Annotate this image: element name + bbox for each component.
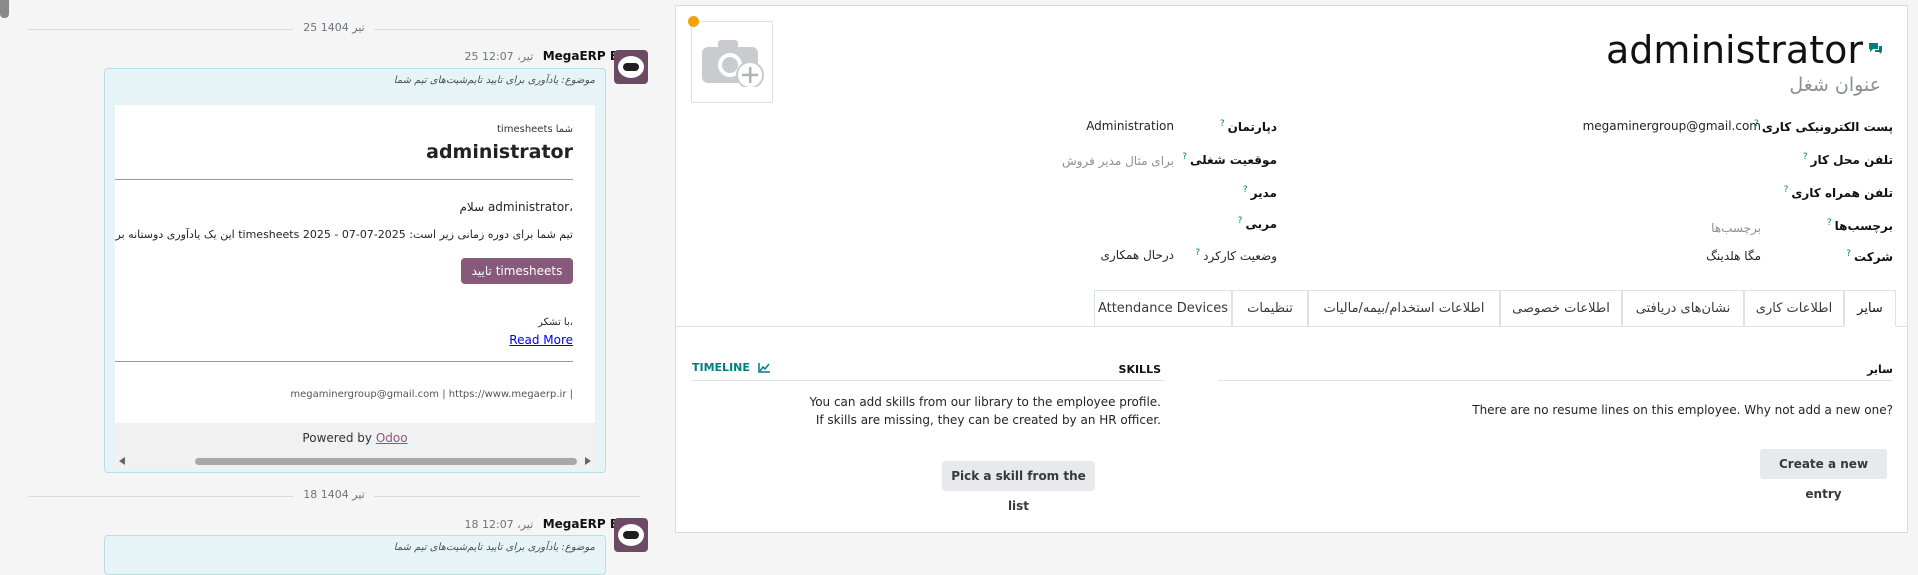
message-header: 25 تیر، 12:07 MegaERP Bot (464, 49, 633, 63)
timeline-toggle[interactable]: TIMELINE (692, 361, 770, 374)
message-bubble: موضوع: یادآوری برای تایید تایم‌شیت‌های ت… (104, 68, 606, 473)
mail-text: این یک یادآوری دوستانه برای تایید timesh… (115, 228, 573, 241)
read-more-link[interactable]: Read More (509, 333, 573, 347)
message-time: 25 تیر، 12:07 (464, 50, 534, 63)
message-subject: موضوع: یادآوری برای تایید تایم‌شیت‌های ت… (393, 542, 595, 553)
scroll-left-icon[interactable] (119, 457, 125, 465)
message-bubble: موضوع: یادآوری برای تایید تایم‌شیت‌های ت… (104, 535, 606, 575)
work-phone-label: تلفن محل کار? (1802, 152, 1893, 167)
mail-greeting: سلام administrator، (459, 200, 573, 214)
mobile-phone-label: تلفن همراه کاری? (1783, 185, 1893, 200)
page-scrollbar[interactable] (0, 0, 9, 18)
tags-label: برچسب‌ها? (1826, 218, 1893, 233)
timeline-label: TIMELINE (692, 361, 750, 374)
date-separator: 18 تیر 1404 (28, 486, 640, 506)
horizontal-scrollbar[interactable] (115, 453, 595, 469)
tab-settings[interactable]: تنظیمات (1232, 290, 1308, 327)
job-position-field[interactable]: برای مثال مدیر فروش (1062, 154, 1174, 168)
chatter-panel: 25 تیر 1404 25 تیر، 12:07 MegaERP Bot مو… (28, 0, 648, 575)
employee-photo[interactable] (691, 21, 773, 103)
work-email-value[interactable]: megaminergroup@gmail.com (1583, 119, 1761, 133)
powered-by-text: Powered by (302, 431, 372, 445)
message-time: 18 تیر، 12:07 (464, 518, 534, 531)
tab-work-info[interactable]: اطلاعات کاری (1744, 290, 1844, 327)
date-label: 25 تیر 1404 (293, 21, 375, 34)
presence-status-dot (688, 16, 699, 27)
email-body: timesheets شما administrator سلام admini… (115, 105, 595, 423)
manager-field[interactable] (974, 185, 1174, 201)
pick-skill-button[interactable]: Pick a skill from the list (942, 461, 1095, 513)
date-separator: 25 تیر 1404 (28, 19, 640, 39)
resume-empty-text: There are no resume lines on this employ… (1472, 403, 1893, 417)
employment-status-label: وضعیت کارکرد? (1195, 248, 1277, 263)
form-tabs: سایر اطلاعات کاری نشان‌های دریافتی اطلاع… (1094, 290, 1896, 327)
employee-form: administrator عنوان شغل پست الکترونیکی ک… (675, 5, 1908, 533)
section-divider (692, 380, 1164, 381)
line-chart-icon (757, 363, 770, 373)
mail-thanks: با تشکر، (538, 317, 573, 328)
message-header: 18 تیر، 12:07 MegaERP Bot (464, 517, 633, 531)
bot-avatar[interactable] (614, 50, 648, 84)
odoo-link[interactable]: Odoo (376, 431, 408, 445)
mail-preheader: timesheets شما (497, 124, 573, 135)
company-label: شرکت? (1846, 249, 1893, 264)
job-title-field[interactable]: عنوان شغل (1789, 74, 1881, 96)
date-label: 18 تیر 1404 (293, 488, 375, 501)
work-email-label: پست الکترونیکی کاری? (1754, 119, 1893, 134)
create-entry-button[interactable]: Create a new entry (1760, 449, 1887, 501)
tab-badges[interactable]: نشان‌های دریافتی (1622, 290, 1744, 327)
divider (115, 179, 573, 180)
mail-footer: megaminergroup@gmail.com | https://www.m… (290, 389, 573, 400)
coach-label: مربی? (1237, 216, 1277, 231)
mobile-phone-field[interactable] (1561, 185, 1761, 201)
skills-section-title: SKILLS (1118, 363, 1161, 376)
tab-attendance-devices[interactable]: Attendance Devices (1094, 290, 1232, 327)
department-label: دپارتمان? (1219, 119, 1277, 134)
powered-by: Powered by Odoo (115, 423, 595, 453)
section-divider (1218, 380, 1893, 381)
tab-hr-settings[interactable]: اطلاعات استخدام/بیمه/مالیات (1308, 290, 1500, 327)
scroll-thumb[interactable] (195, 458, 577, 465)
department-field[interactable]: Administration (1086, 119, 1174, 133)
tab-other[interactable]: سایر (1844, 290, 1896, 327)
job-position-label: موقعیت شغلی? (1182, 152, 1277, 167)
bot-avatar[interactable] (614, 518, 648, 552)
coach-field[interactable] (974, 216, 1174, 232)
message-subject: موضوع: یادآوری برای تایید تایم‌شیت‌های ت… (393, 75, 595, 86)
tab-private-info[interactable]: اطلاعات خصوصی (1500, 290, 1622, 327)
camera-add-icon (702, 40, 764, 87)
resume-section-title: سایر (1867, 363, 1893, 376)
employee-name[interactable]: administrator (1606, 28, 1863, 72)
skills-text-2: If skills are missing, they can be creat… (815, 413, 1161, 427)
approve-timesheets-button[interactable]: تایید timesheets (461, 258, 573, 284)
skills-text-1: You can add skills from our library to t… (809, 395, 1161, 409)
scroll-right-icon[interactable] (585, 457, 591, 465)
company-field[interactable]: مگا هلدینگ (1706, 249, 1761, 263)
manager-label: مدیر? (1242, 185, 1277, 200)
divider (115, 361, 573, 362)
chat-icon[interactable] (1868, 42, 1883, 55)
employment-status-field[interactable]: درحال همکاری (1101, 248, 1174, 262)
tags-field[interactable]: برچسب‌ها (1711, 221, 1761, 235)
work-phone-field[interactable] (1561, 152, 1761, 168)
mail-heading: administrator (426, 141, 573, 163)
